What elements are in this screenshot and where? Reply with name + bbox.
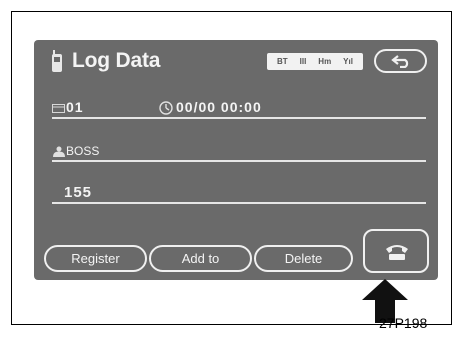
bluetooth-indicator: BT (276, 57, 288, 66)
log-data-screen: Log Data BT III Hm Yıl 01 00/00 00:00 BO… (34, 40, 438, 280)
home-indicator: Hm (318, 57, 332, 66)
phone-number: 155 (64, 184, 93, 201)
register-button[interactable]: Register (44, 245, 147, 272)
signal-strength-icon: Yıl (343, 57, 353, 66)
back-button[interactable] (374, 49, 427, 73)
entry-number-icon (52, 104, 65, 113)
page-title: Log Data (72, 49, 161, 72)
contact-name: BOSS (66, 144, 100, 158)
handset-icon (386, 245, 408, 260)
title-row: Log Data (50, 48, 160, 74)
phone-number-field: 155 (52, 184, 426, 204)
delete-button[interactable]: Delete (254, 245, 353, 272)
add-to-button[interactable]: Add to (149, 245, 252, 272)
entry-number: 01 (66, 99, 84, 115)
index-date-field: 01 00/00 00:00 (52, 99, 426, 119)
battery-indicator: III (299, 57, 307, 66)
mobile-phone-icon (50, 50, 63, 72)
status-indicator: BT III Hm Yıl (267, 53, 363, 70)
person-icon (53, 146, 65, 157)
back-arrow-icon (391, 55, 409, 68)
clock-icon (159, 101, 173, 115)
call-datetime: 00/00 00:00 (176, 99, 262, 115)
name-field: BOSS (52, 142, 426, 162)
figure-caption: 27P198 (379, 315, 428, 331)
dial-button[interactable] (363, 229, 429, 273)
